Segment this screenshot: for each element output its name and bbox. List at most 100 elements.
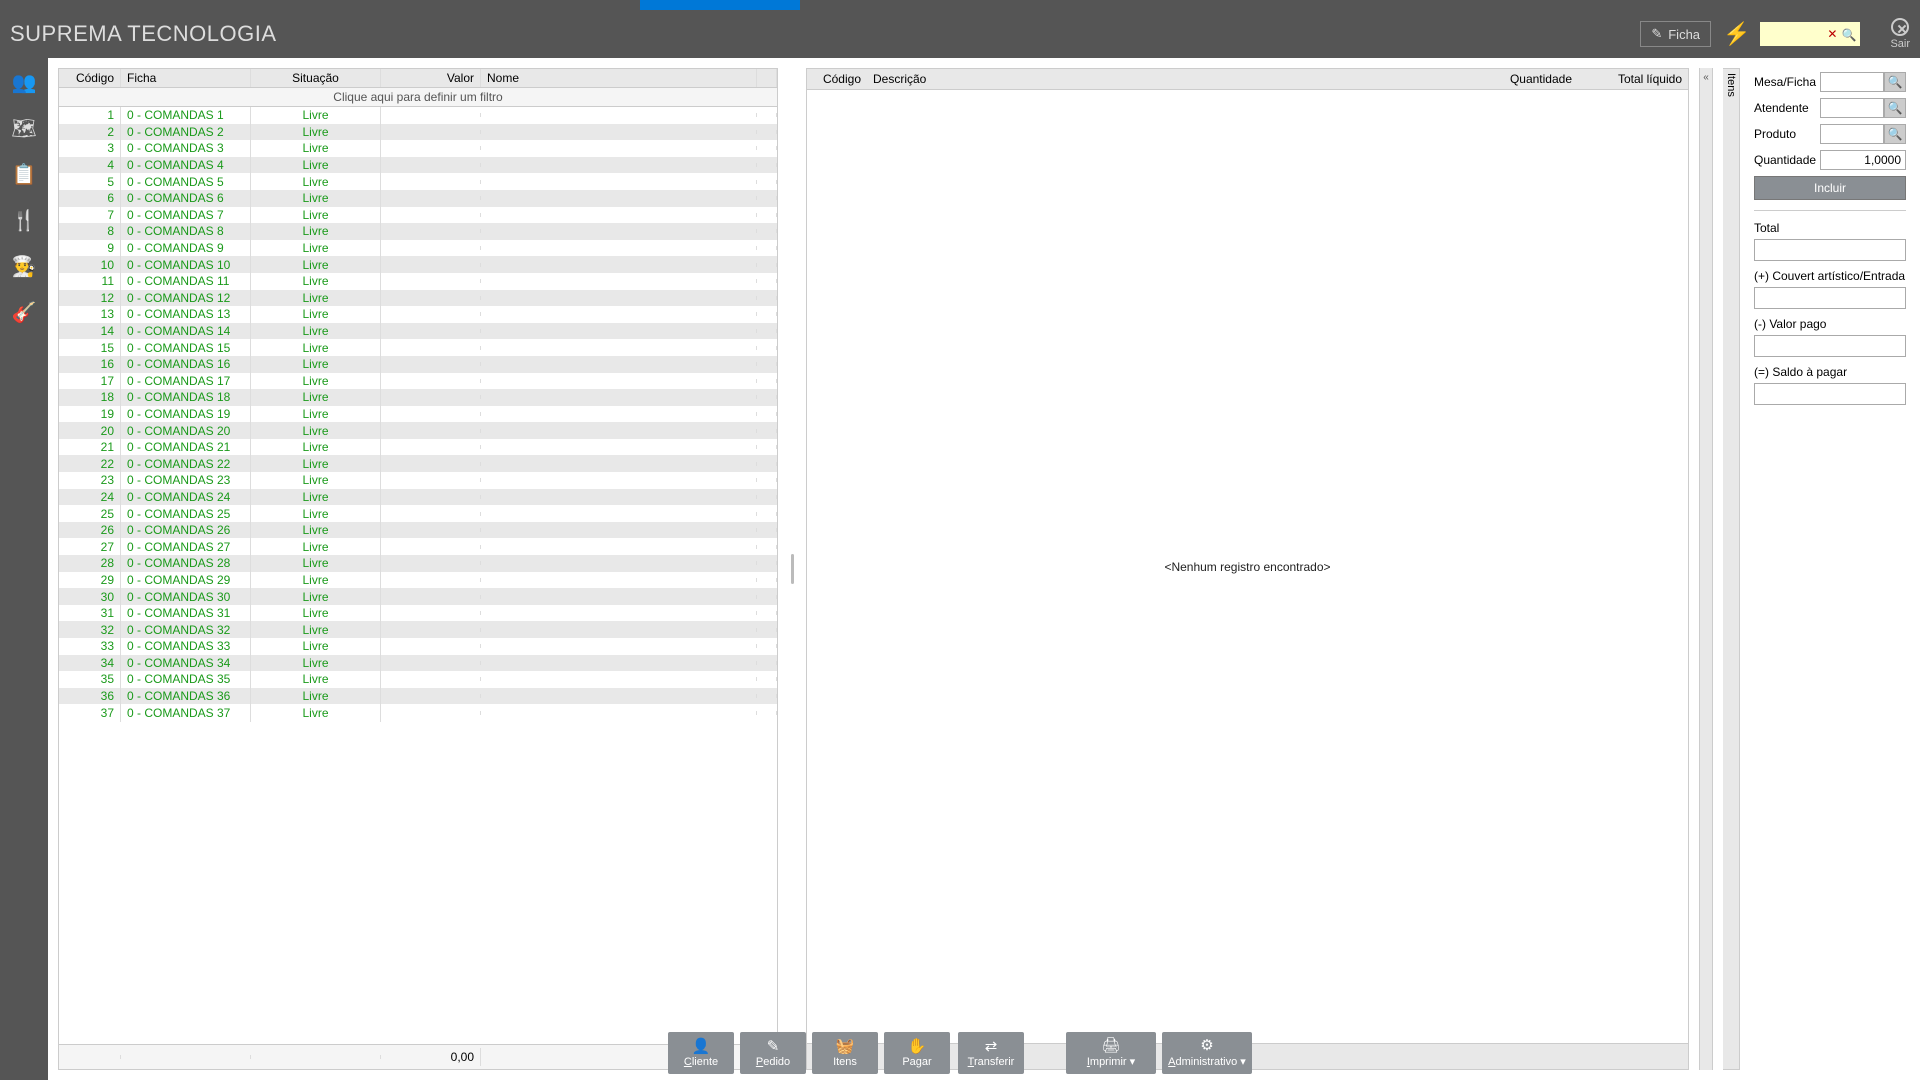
table-row[interactable]: 330 - COMANDAS 33Livre [59,638,777,655]
order-form-panel: Mesa/Ficha Atendente Produto [1750,68,1910,1070]
valor-pago-label: (-) Valor pago [1754,317,1906,331]
table-row[interactable]: 50 - COMANDAS 5Livre [59,173,777,190]
window-chrome-strip [0,0,1920,10]
quantidade-input[interactable] [1820,150,1906,170]
total-label: Total [1754,221,1906,235]
chef-hat-icon[interactable] [10,252,38,280]
footer-total-valor: 0,00 [381,1048,481,1066]
header-valor[interactable]: Valor [381,69,481,87]
produto-input[interactable] [1820,124,1884,144]
items-panel: Código Descrição Quantidade Total líquid… [806,68,1689,1070]
table-row[interactable]: 30 - COMANDAS 3Livre [59,140,777,157]
produto-lookup-button[interactable] [1884,124,1906,144]
guitar-icon[interactable] [10,298,38,326]
header-nome[interactable]: Nome [481,69,757,87]
table-row[interactable]: 150 - COMANDAS 15Livre [59,339,777,356]
table-row[interactable]: 350 - COMANDAS 35Livre [59,671,777,688]
table-row[interactable]: 160 - COMANDAS 16Livre [59,356,777,373]
pedido-button[interactable]: ✎Pedido [740,1032,806,1074]
couvert-input[interactable] [1754,287,1906,309]
left-sidebar [0,58,48,1080]
administrativo-button[interactable]: ⚙Administrativo ▾ [1162,1032,1252,1074]
items-h-total[interactable]: Total líquido [1578,69,1688,89]
search-icon[interactable] [1841,26,1856,42]
cliente-button[interactable]: 👤CClienteliente [668,1032,734,1074]
itens-vertical-tab[interactable]: Itens [1723,68,1740,1070]
header-search-box[interactable]: ✕ [1760,22,1860,46]
mesa-label: Mesa/Ficha [1754,75,1816,89]
items-h-quantidade[interactable]: Quantidade [1478,69,1578,89]
table-row[interactable]: 300 - COMANDAS 30Livre [59,588,777,605]
imprimir-button[interactable]: 🖨Imprimir ▾ [1066,1032,1156,1074]
items-h-descricao[interactable]: Descrição [867,69,1478,89]
table-row[interactable]: 110 - COMANDAS 11Livre [59,273,777,290]
items-h-codigo[interactable]: Código [807,69,867,89]
atendente-input[interactable] [1820,98,1884,118]
bottom-action-bar: 👤CClienteliente ✎Pedido 🧺Itens ✋Pagar ⇄T… [668,1032,1252,1074]
header-codigo[interactable]: Código [59,69,121,87]
pagar-button[interactable]: ✋Pagar [884,1032,950,1074]
table-row[interactable]: 60 - COMANDAS 6Livre [59,190,777,207]
couvert-label: (+) Couvert artístico/Entrada [1754,269,1906,283]
table-row[interactable]: 270 - COMANDAS 27Livre [59,538,777,555]
total-input[interactable] [1754,239,1906,261]
edit-icon [1651,26,1662,42]
table-row[interactable]: 320 - COMANDAS 32Livre [59,621,777,638]
bolt-icon[interactable] [1723,21,1750,47]
table-row[interactable]: 240 - COMANDAS 24Livre [59,489,777,506]
empty-message: <Nenhum registro encontrado> [1164,560,1330,574]
table-row[interactable]: 100 - COMANDAS 10Livre [59,256,777,273]
table-row[interactable]: 250 - COMANDAS 25Livre [59,505,777,522]
header-ficha[interactable]: Ficha [121,69,251,87]
fork-knife-icon[interactable] [10,206,38,234]
people-icon[interactable] [10,68,38,96]
atendente-lookup-button[interactable] [1884,98,1906,118]
table-row[interactable]: 370 - COMANDAS 37Livre [59,704,777,721]
clipboard-icon[interactable] [10,160,38,188]
collapse-chevron-icon: « [1703,72,1709,83]
table-row[interactable]: 170 - COMANDAS 17Livre [59,373,777,390]
items-body-empty: <Nenhum registro encontrado> [807,90,1688,1043]
ficha-button[interactable]: Ficha [1640,21,1711,47]
clear-search-icon[interactable]: ✕ [1827,27,1837,41]
table-row[interactable]: 200 - COMANDAS 20Livre [59,422,777,439]
quantidade-label: Quantidade [1754,153,1816,167]
saldo-input[interactable] [1754,383,1906,405]
mesa-lookup-button[interactable] [1884,72,1906,92]
table-row[interactable]: 310 - COMANDAS 31Livre [59,605,777,622]
table-row[interactable]: 80 - COMANDAS 8Livre [59,223,777,240]
valor-pago-input[interactable] [1754,335,1906,357]
grid-body[interactable]: 10 - COMANDAS 1Livre20 - COMANDAS 2Livre… [58,107,778,1044]
incluir-button[interactable]: Incluir [1754,176,1906,200]
table-row[interactable]: 180 - COMANDAS 18Livre [59,389,777,406]
table-row[interactable]: 120 - COMANDAS 12Livre [59,290,777,307]
splitter-left[interactable] [788,68,796,1070]
table-row[interactable]: 130 - COMANDAS 13Livre [59,306,777,323]
mesa-input[interactable] [1820,72,1884,92]
saldo-label: (=) Saldo à pagar [1754,365,1906,379]
table-row[interactable]: 10 - COMANDAS 1Livre [59,107,777,124]
table-row[interactable]: 280 - COMANDAS 28Livre [59,555,777,572]
table-row[interactable]: 230 - COMANDAS 23Livre [59,472,777,489]
table-row[interactable]: 20 - COMANDAS 2Livre [59,124,777,141]
table-row[interactable]: 40 - COMANDAS 4Livre [59,157,777,174]
map-icon[interactable] [10,114,38,142]
exit-button[interactable]: Sair [1890,18,1910,50]
table-row[interactable]: 90 - COMANDAS 9Livre [59,240,777,257]
header-situacao[interactable]: Situação [251,69,381,87]
table-row[interactable]: 190 - COMANDAS 19Livre [59,406,777,423]
table-row[interactable]: 210 - COMANDAS 21Livre [59,439,777,456]
table-row[interactable]: 70 - COMANDAS 7Livre [59,207,777,224]
table-row[interactable]: 360 - COMANDAS 36Livre [59,688,777,705]
table-row[interactable]: 140 - COMANDAS 14Livre [59,323,777,340]
table-row[interactable]: 220 - COMANDAS 22Livre [59,455,777,472]
transferir-button[interactable]: ⇄Transferir [958,1032,1024,1074]
itens-button[interactable]: 🧺Itens [812,1032,878,1074]
app-header: SUPREMA TECNOLOGIA Ficha ✕ Sair [0,10,1920,58]
table-row[interactable]: 290 - COMANDAS 29Livre [59,572,777,589]
grid-filter-row[interactable]: Clique aqui para definir um filtro [58,88,778,107]
exit-label: Sair [1890,38,1910,50]
table-row[interactable]: 340 - COMANDAS 34Livre [59,655,777,672]
collapse-right-tab[interactable]: « [1699,68,1713,1070]
table-row[interactable]: 260 - COMANDAS 26Livre [59,522,777,539]
